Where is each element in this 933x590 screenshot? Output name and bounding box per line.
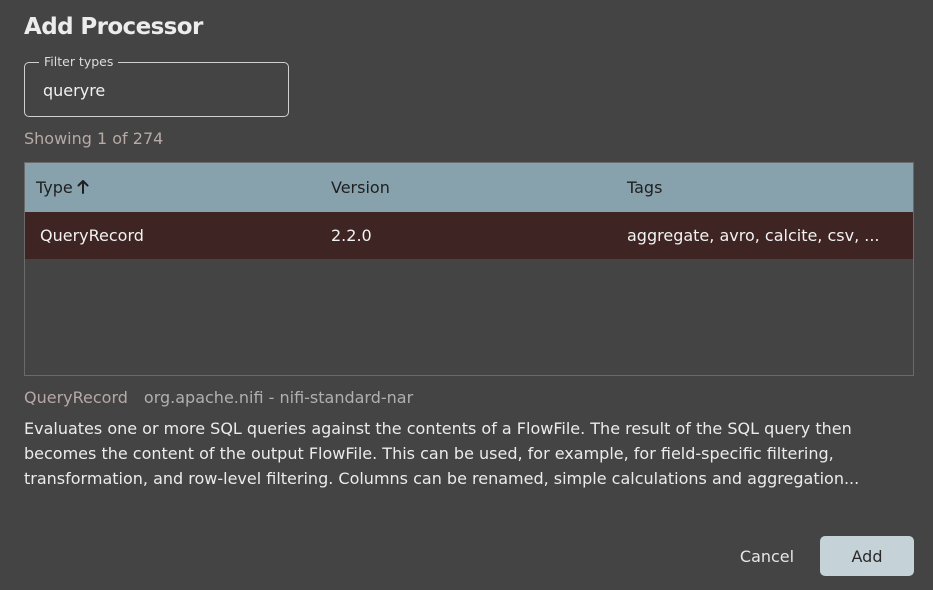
processor-description: Evaluates one or more SQL queries agains… [24,419,860,488]
cell-version: 2.2.0 [331,226,372,245]
results-count: Showing 1 of 274 [24,129,164,148]
column-header-tags[interactable]: Tags [627,178,662,197]
selected-processor-bundle: org.apache.nifi - nifi-standard-nar [143,388,414,407]
dialog-title: Add Processor [24,14,203,40]
column-header-type[interactable]: Type [36,178,89,198]
cell-tags: aggregate, avro, calcite, csv, ... [627,226,880,245]
cancel-button[interactable]: Cancel [724,537,810,575]
selected-processor-header: QueryRecord org.apache.nifi - nifi-standa… [24,388,413,407]
add-processor-dialog: Add Processor Filter types Showing 1 of … [0,0,933,590]
filter-types-label: Filter types [39,54,119,70]
filter-types-input[interactable] [43,77,273,103]
add-button[interactable]: Add [820,536,914,576]
processor-types-table: Type Version Tags QueryRecord 2.2.0 aggr… [24,162,914,376]
table-row[interactable]: QueryRecord 2.2.0 aggregate, avro, calci… [25,212,913,259]
filter-types-field[interactable]: Filter types [24,54,289,117]
selected-processor-name: QueryRecord [24,388,128,407]
column-header-type-label: Type [36,178,73,197]
cell-type: QueryRecord [40,226,144,245]
sort-ascending-icon [77,179,89,198]
column-header-version[interactable]: Version [331,178,390,197]
table-header: Type Version Tags [25,163,913,212]
